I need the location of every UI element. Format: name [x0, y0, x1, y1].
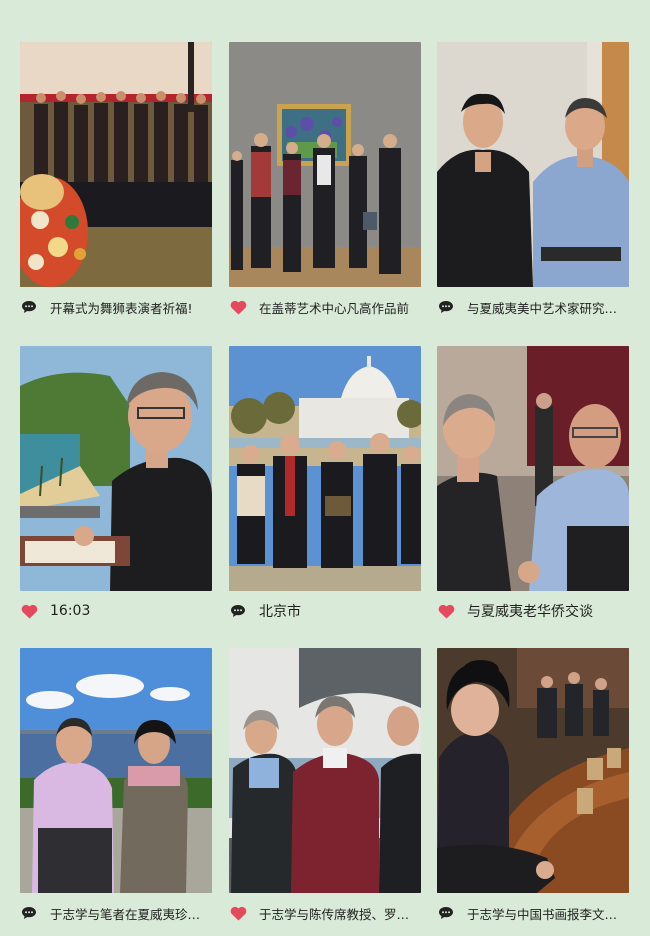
heart-icon[interactable] [229, 299, 247, 315]
caption-text: 于志学与笔者在夏威夷珍… [50, 906, 201, 922]
heart-icon[interactable] [20, 603, 38, 619]
photo-pearl-harbor[interactable] [20, 648, 212, 893]
caption-text: 开幕式为舞狮表演者祈福! [50, 300, 193, 316]
comment-icon[interactable] [20, 299, 38, 315]
photo-caption: 北京市 [229, 600, 429, 622]
comment-icon[interactable] [437, 905, 455, 921]
caption-text: 于志学与陈传席教授、罗… [259, 906, 410, 922]
photo-caption: 于志学与陈传席教授、罗… [229, 902, 429, 924]
caption-text: 与夏威夷老华侨交谈 [467, 604, 593, 620]
caption-text: 北京市 [259, 604, 301, 620]
caption-text: 与夏威夷美中艺术家研究… [467, 300, 618, 316]
heart-icon[interactable] [229, 905, 247, 921]
photo-hawaii-artists-research[interactable] [437, 42, 629, 287]
comment-icon[interactable] [437, 299, 455, 315]
photo-caption: 于志学与笔者在夏威夷珍… [20, 902, 220, 924]
photo-caption: 在盖蒂艺术中心凡高作品前 [229, 296, 429, 318]
heart-icon[interactable] [437, 603, 455, 619]
photo-lion-dance-ceremony[interactable] [20, 42, 212, 287]
caption-text: 在盖蒂艺术中心凡高作品前 [259, 300, 410, 316]
photo-caption: 开幕式为舞狮表演者祈福! [20, 296, 220, 318]
photo-caption: 于志学与中国书画报李文… [437, 902, 637, 924]
photo-overseas-chinese-talk[interactable] [437, 346, 629, 591]
caption-text: 16:03 [50, 603, 91, 619]
caption-text: 于志学与中国书画报李文… [467, 906, 618, 922]
photo-grid: 开幕式为舞狮表演者祈福! 在盖蒂艺术中心凡高作品前 与夏威夷美中艺术家研究… 1… [0, 0, 650, 936]
photo-caption: 16:03 [20, 600, 220, 622]
photo-capitol-group[interactable] [229, 346, 421, 591]
photo-signing-coast[interactable] [20, 346, 212, 591]
photo-getty-van-gogh[interactable] [229, 42, 421, 287]
photo-caption: 与夏威夷美中艺术家研究… [437, 296, 637, 318]
photo-caption: 与夏威夷老华侨交谈 [437, 600, 637, 622]
photo-calligraphy-news[interactable] [437, 648, 629, 893]
photo-professors-group[interactable] [229, 648, 421, 893]
comment-icon[interactable] [20, 905, 38, 921]
comment-icon[interactable] [229, 603, 247, 619]
